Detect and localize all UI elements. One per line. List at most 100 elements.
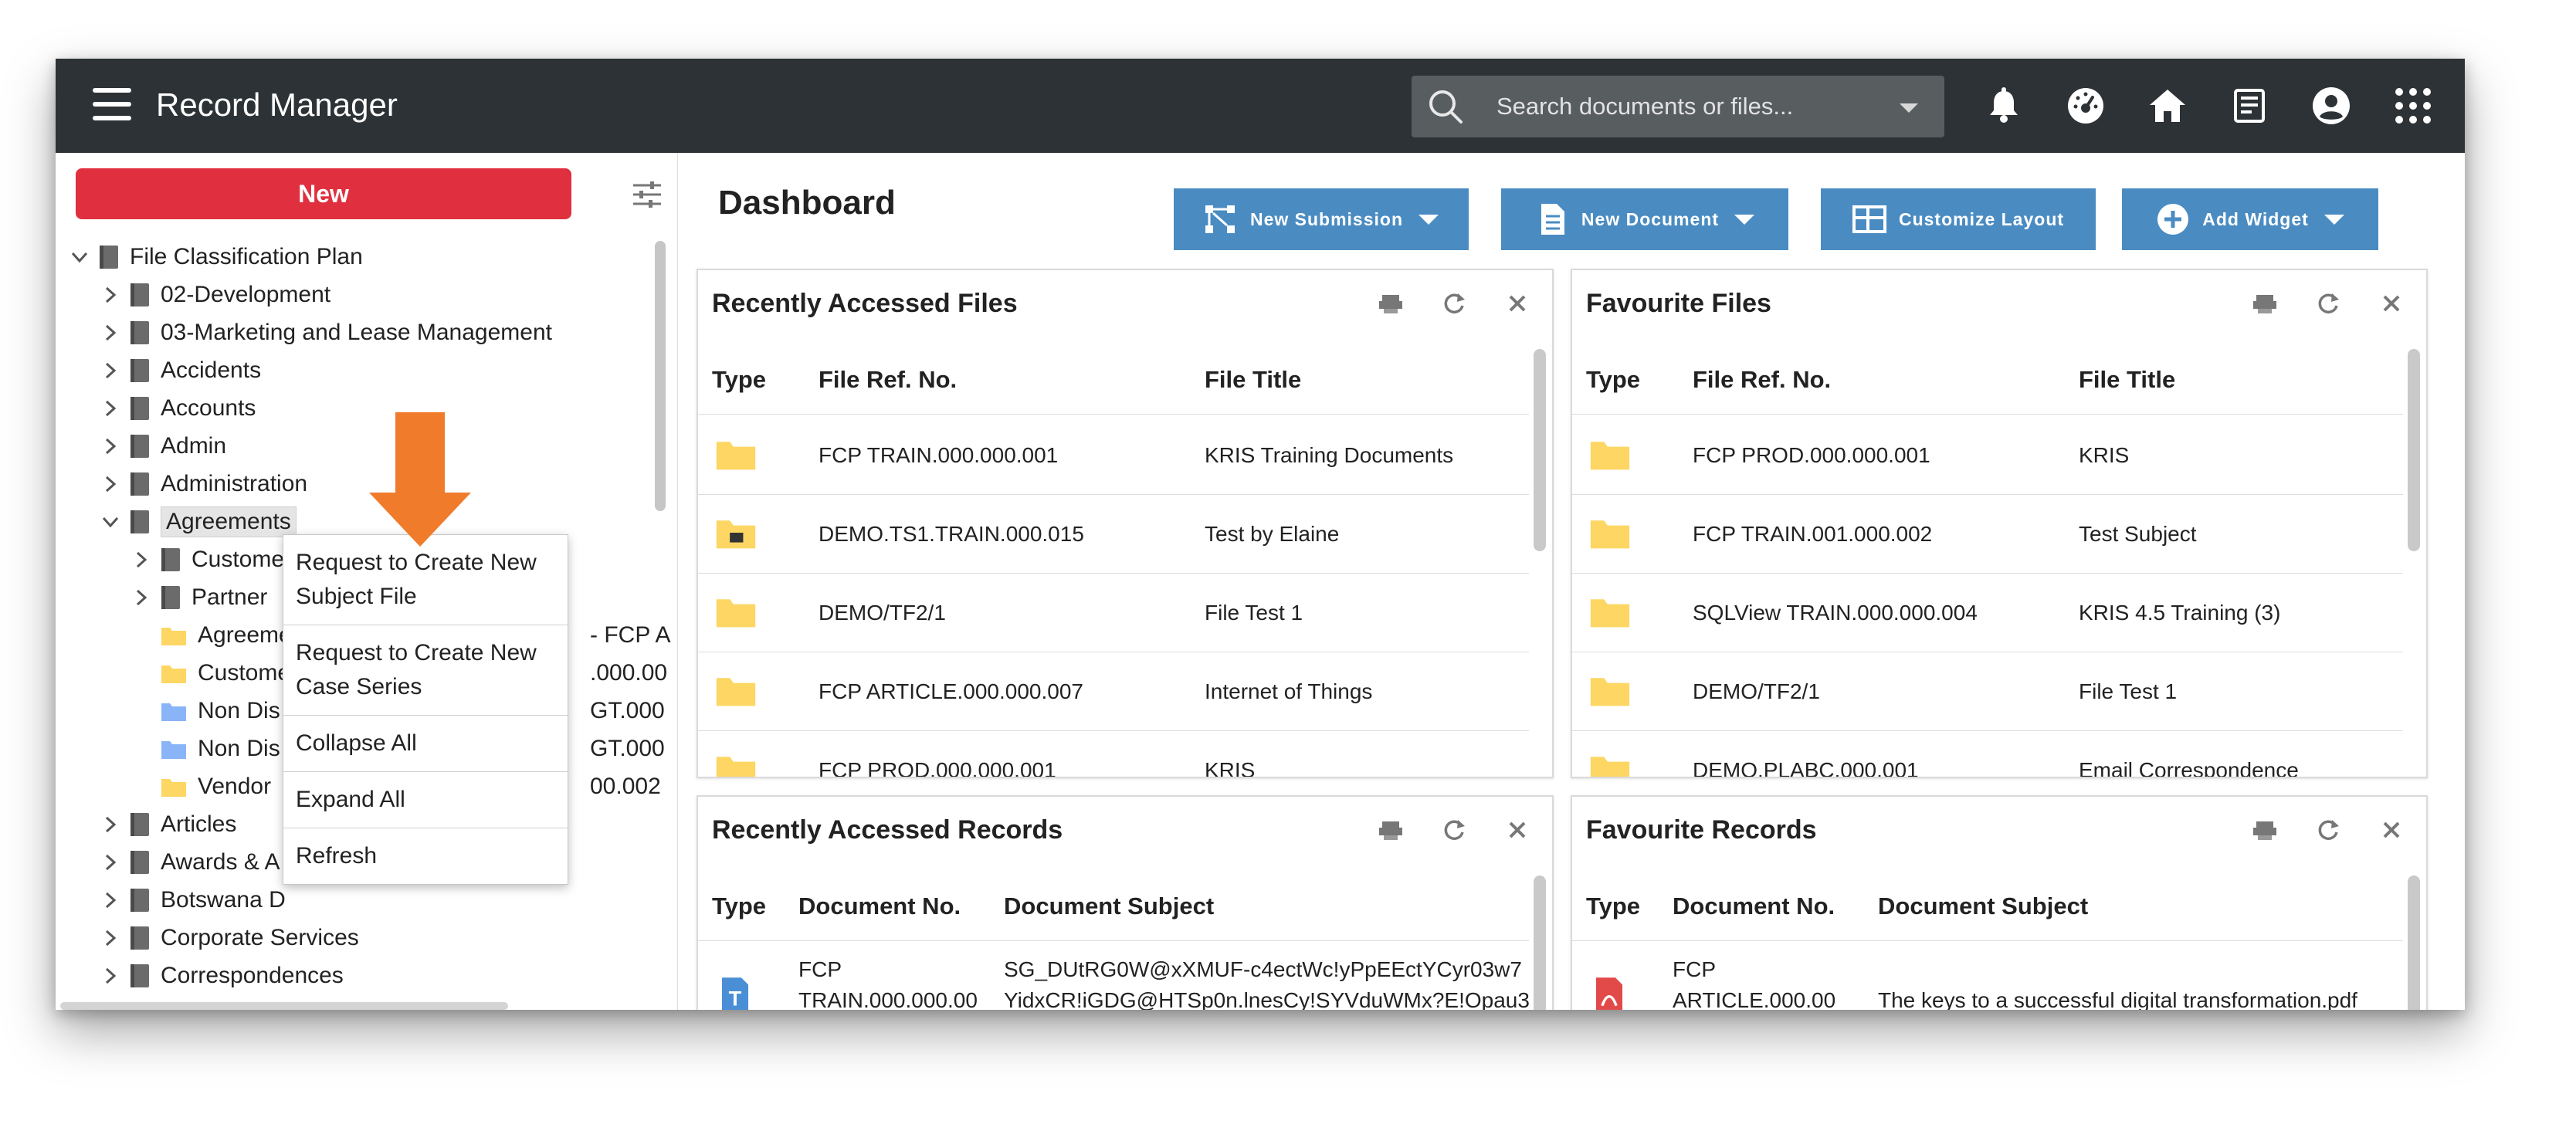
menu-item-expand-all[interactable]: Expand All [283,772,568,828]
tree-node[interactable]: Accidents [99,353,261,388]
widget-export-icon[interactable] [2252,817,2278,843]
column-header[interactable]: Type [712,366,766,394]
column-header[interactable]: Type [1586,892,1640,920]
column-header[interactable]: Type [712,892,766,920]
chevron-right-icon[interactable] [99,359,122,382]
tree-node[interactable]: Awards & A [99,845,280,880]
table-row[interactable]: DEMO/TF2/1 File Test 1 [698,574,1529,652]
row-divider [1572,573,2403,574]
tree-filter-settings-icon[interactable] [632,179,663,210]
chevron-right-icon[interactable] [99,889,122,912]
refresh-icon[interactable] [1441,290,1467,317]
chevron-right-icon[interactable] [99,321,122,344]
close-icon[interactable] [2378,817,2405,843]
widget-vertical-scrollbar[interactable] [1534,875,1546,1010]
chevron-right-icon[interactable] [130,548,153,571]
menu-item-collapse-all[interactable]: Collapse All [283,716,568,772]
bell-icon[interactable] [1983,85,2025,127]
file-title: Test Subject [2079,522,2197,546]
tree-node[interactable]: Custome [130,542,284,577]
tree-node[interactable]: Non Dis GT.000 [130,693,665,729]
column-header[interactable]: File Ref. No. [1693,366,1831,394]
search-box[interactable] [1412,76,1944,137]
table-row[interactable]: DEMO.PLABC.000.001 Email Correspondence [1572,732,2403,777]
widget-export-icon[interactable] [1378,290,1404,317]
tree-node[interactable]: Agreeme - FCP A [130,618,670,653]
close-icon[interactable] [2378,290,2405,317]
table-row[interactable]: T FCP TRAIN.000.000.00 SG_DUtRG0W@xXMUF-c4e… [698,943,1530,1010]
tree-node[interactable]: 03-Marketing and Lease Management [99,315,552,351]
tree-node[interactable]: Agreements [99,504,297,540]
widget-vertical-scrollbar[interactable] [1534,349,1546,551]
tree-node[interactable]: Administration [99,466,307,502]
apps-grid-icon[interactable] [2392,85,2434,127]
add-widget-button[interactable]: Add Widget [2122,188,2378,250]
column-header[interactable]: File Ref. No. [819,366,957,394]
chevron-right-icon[interactable] [99,926,122,950]
column-header[interactable]: File Title [2079,366,2175,394]
chevron-right-icon[interactable] [99,397,122,420]
chevron-down-icon[interactable] [68,246,91,269]
widget-export-icon[interactable] [2252,290,2278,317]
chevron-right-icon[interactable] [130,586,153,609]
chevron-right-icon[interactable] [99,283,122,306]
tree-node[interactable]: Accounts [99,391,256,426]
new-document-button[interactable]: New Document [1501,188,1788,250]
column-header[interactable]: Document Subject [1878,892,2088,920]
table-row[interactable]: FCP TRAIN.000.000.001 KRIS Training Docum… [698,417,1529,495]
widget-vertical-scrollbar[interactable] [2408,349,2420,551]
chevron-down-icon[interactable] [99,510,122,533]
widget-vertical-scrollbar[interactable] [2408,875,2420,1010]
user-account-icon[interactable] [2310,85,2352,127]
chevron-right-icon[interactable] [99,964,122,987]
chevron-right-icon[interactable] [99,435,122,458]
table-row[interactable]: SQLView TRAIN.000.000.004 KRIS 4.5 Traini… [1572,574,2403,652]
search-dropdown-chevron-icon[interactable] [1900,103,1918,113]
tree-node[interactable]: Partner [130,580,267,615]
dashboard-gauge-icon[interactable] [2065,85,2107,127]
column-header[interactable]: Document No. [1673,892,1835,920]
table-row[interactable]: FCP TRAIN.001.000.002 Test Subject [1572,496,2403,574]
menu-item-refresh[interactable]: Refresh [283,828,568,884]
tree-horizontal-scrollbar[interactable] [60,1002,508,1010]
chevron-right-icon[interactable] [99,813,122,836]
column-header[interactable]: Document No. [798,892,961,920]
table-row[interactable]: FCP ARTICLE.000.000.007 Internet of Thing… [698,653,1529,731]
table-row[interactable]: FCP PROD.000.000.001 KRIS [698,732,1529,777]
search-input[interactable] [1496,86,1867,127]
menu-item-request-case-series[interactable]: Request to Create New Case Series [283,625,568,716]
table-row[interactable]: DEMO/TF2/1 File Test 1 [1572,653,2403,731]
customize-layout-button[interactable]: Customize Layout [1821,188,2096,250]
chevron-right-icon[interactable] [99,472,122,496]
column-header[interactable]: File Title [1205,366,1301,394]
new-button[interactable]: New [76,168,571,219]
tree-node[interactable]: File Classification Plan [68,239,363,275]
home-icon[interactable] [2147,85,2188,127]
table-row[interactable]: DEMO.TS1.TRAIN.000.015 Test by Elaine [698,496,1529,574]
column-header[interactable]: Document Subject [1004,892,1214,920]
tree-node[interactable]: Articles [99,807,236,842]
widget-export-icon[interactable] [1378,817,1404,843]
tree-node[interactable]: Vendor 00.002 [130,769,661,804]
tree-node[interactable]: 02-Development [99,277,330,313]
refresh-icon[interactable] [2315,290,2341,317]
refresh-icon[interactable] [1441,817,1467,843]
table-row[interactable]: FCP ARTICLE.000.00 The keys to a successfu… [1572,943,2403,1010]
tree-node[interactable]: Corporate Services [99,920,359,956]
table-row[interactable]: FCP PROD.000.000.001 KRIS [1572,417,2403,495]
tree-node[interactable]: Botswana D [99,882,286,918]
column-header[interactable]: Type [1586,366,1640,394]
tree-node[interactable]: Custome .000.00 [130,655,667,691]
refresh-icon[interactable] [2315,817,2341,843]
tree-node[interactable]: Non Dis GT.000 [130,731,665,767]
tree-vertical-scrollbar[interactable] [655,241,666,511]
new-submission-button[interactable]: New Submission [1174,188,1469,250]
chevron-right-icon[interactable] [99,851,122,874]
hamburger-menu-icon[interactable] [93,88,131,120]
close-icon[interactable] [1504,290,1530,317]
close-icon[interactable] [1504,817,1530,843]
records-icon[interactable] [2229,85,2270,127]
menu-item-request-subject-file[interactable]: Request to Create New Subject File [283,535,568,625]
tree-node[interactable]: Correspondences [99,958,344,994]
tree-node[interactable]: Admin [99,428,226,464]
